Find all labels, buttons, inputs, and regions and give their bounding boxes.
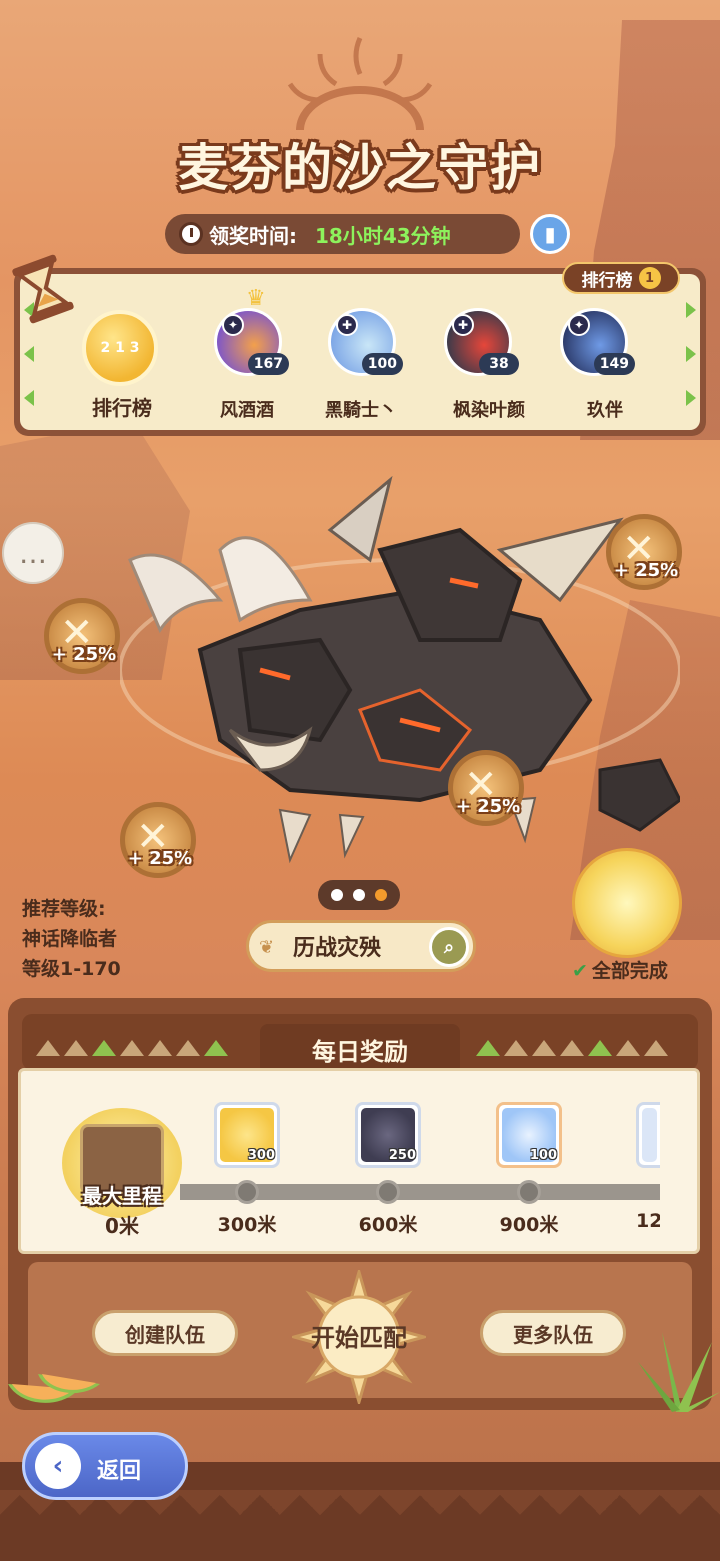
progress-node (376, 1180, 400, 1204)
reward-time-value: 18小时43分钟 (315, 223, 451, 248)
buff-value: + 25% (455, 796, 521, 817)
player-name-1: 风酒酒 (220, 400, 274, 421)
create-team-button[interactable]: 创建队伍 (92, 1310, 238, 1356)
class-icon: ✦ (568, 314, 590, 336)
chat-button[interactable]: … (2, 522, 64, 584)
max-distance-label: 最大里程 (82, 1184, 162, 1208)
page-dot[interactable] (331, 889, 343, 901)
arrow-right-icon (686, 302, 696, 318)
back-button[interactable]: ‹ 返回 (22, 1432, 188, 1500)
start-match-label: 开始匹配 (311, 1324, 407, 1352)
class-icon: ✚ (452, 314, 474, 336)
reward-count: 100 (529, 1148, 557, 1163)
buff-value: + 25% (127, 848, 193, 869)
arrow-left-icon (24, 390, 34, 406)
player-avatar-4[interactable]: ✦ 149 (560, 308, 635, 388)
player-avatar-1[interactable]: ✦ 167 (214, 308, 289, 388)
hourglass-icon (12, 254, 74, 324)
decor-triangles-left (36, 1040, 228, 1056)
arrow-left-icon (24, 346, 34, 362)
reward-distance-1: 300米 (217, 1214, 277, 1236)
sun-emblem (287, 36, 433, 131)
more-teams-button[interactable]: 更多队伍 (480, 1310, 626, 1356)
progress-node (517, 1180, 541, 1204)
event-title: 麦芬的沙之守护 (178, 139, 542, 197)
reward-item-icon (642, 1108, 657, 1162)
reward-count: 300 (247, 1148, 275, 1163)
reward-distance-3: 900米 (499, 1214, 559, 1236)
page-indicator[interactable] (318, 880, 400, 910)
buff-value: + 25% (51, 644, 117, 665)
ranking-tag-label: 排行榜 (581, 270, 633, 291)
check-icon: ✔ (572, 960, 588, 982)
trophy-label: 排行榜 (92, 396, 152, 420)
player-level: 167 (247, 353, 289, 375)
melon-slice-decoration (8, 1374, 100, 1403)
history-calamity-button[interactable]: ❦ 历战灾殃 ⌕ (246, 920, 476, 972)
player-avatar-3[interactable]: ✚ 38 (444, 308, 519, 388)
player-level: 38 (479, 353, 519, 375)
rules-book-button[interactable]: ▮ (530, 214, 570, 254)
player-name-4: 玖伴 (587, 400, 623, 421)
recommend-info: 推荐等级: 神话降临者 等级1-170 (22, 894, 121, 984)
buff-value: + 25% (613, 560, 679, 581)
progress-node (235, 1180, 259, 1204)
class-icon: ✚ (336, 314, 358, 336)
all-complete-label: ✔ 全部完成 (572, 960, 668, 982)
recommend-line-3: 等级1-170 (22, 958, 121, 980)
start-match-button[interactable]: 开始匹配 (292, 1270, 426, 1404)
reward-item-1[interactable]: 300 (214, 1102, 280, 1168)
class-icon: ✦ (222, 314, 244, 336)
arrow-right-icon (686, 346, 696, 362)
page-dot-active[interactable] (375, 889, 387, 901)
player-name-2: 黑騎士丶 (325, 400, 397, 421)
player-level: 100 (361, 353, 403, 375)
reward-item-4[interactable] (636, 1102, 660, 1168)
history-label: 历战灾殃 (293, 936, 382, 961)
reward-time-label: 领奖时间: (209, 223, 297, 248)
reward-item-3[interactable]: 100 (496, 1102, 562, 1168)
book-icon: ▮ (544, 222, 556, 246)
reward-distance-4: 12( (636, 1210, 660, 1232)
buff-badge-1[interactable]: ✕ + 25% (598, 506, 690, 598)
arrow-right-icon (686, 390, 696, 406)
reward-item-2[interactable]: 250 (355, 1102, 421, 1168)
decor-triangles-right (476, 1040, 668, 1056)
recommend-line-2: 神话降临者 (22, 928, 118, 950)
player-name-3: 枫染叶颜 (453, 400, 525, 421)
clock-icon (179, 222, 203, 246)
trophy-icon[interactable]: 2 1 3 (82, 310, 158, 386)
max-distance-value: 0米 (105, 1214, 139, 1238)
back-arrow-icon: ‹ (35, 1443, 81, 1489)
daily-reward-title: 每日奖励 (260, 1024, 460, 1074)
leaf-icon: ❦ (259, 937, 275, 958)
ranking-tag-number: 1 (638, 267, 661, 289)
back-label: 返回 (97, 1459, 142, 1484)
buff-badge-3[interactable]: ✕ + 25% (440, 742, 532, 834)
reward-distance-2: 600米 (358, 1214, 418, 1236)
ranking-tag-button[interactable]: 排行榜 1 (562, 262, 680, 294)
all-complete-reward-ring[interactable] (572, 848, 682, 958)
reward-count: 250 (388, 1148, 416, 1163)
player-avatar-2[interactable]: ✚ 100 (328, 308, 403, 388)
chat-bubble-icon: … (19, 536, 47, 570)
boss-dragon-image (120, 475, 680, 864)
page-dot[interactable] (353, 889, 365, 901)
buff-badge-2[interactable]: ✕ + 25% (36, 590, 128, 682)
player-level: 149 (593, 353, 635, 375)
recommend-line-1: 推荐等级: (22, 898, 106, 920)
buff-badge-4[interactable]: ✕ + 25% (112, 794, 204, 886)
aloe-plant-decoration (638, 1332, 720, 1412)
reward-timer: 领奖时间: 18小时43分钟 (165, 214, 520, 254)
search-icon[interactable]: ⌕ (429, 927, 469, 967)
